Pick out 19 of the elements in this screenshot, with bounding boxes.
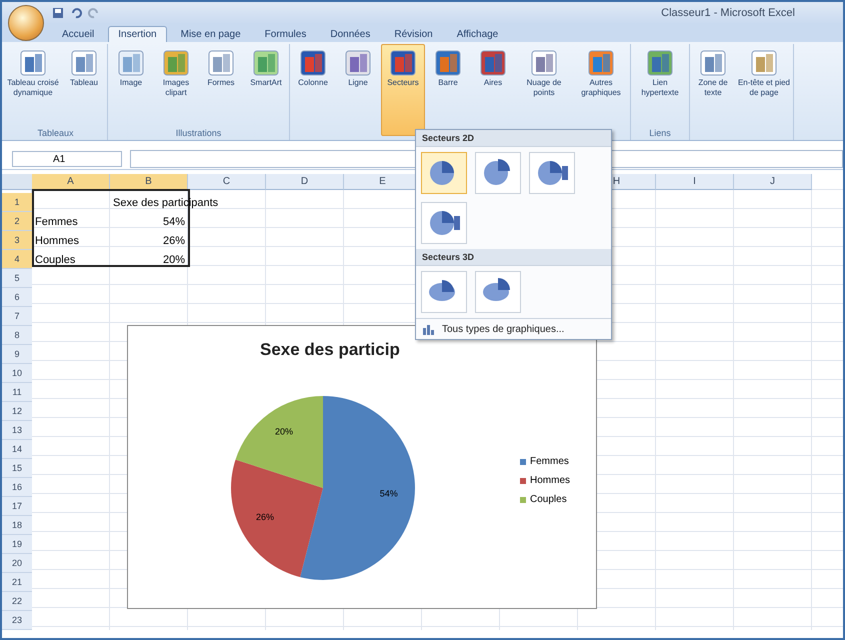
legend-label: Couples [530, 494, 567, 505]
table-cell-text: 20% [162, 254, 186, 266]
group-label: Illustrations [174, 127, 222, 140]
section-header: Secteurs 3D [416, 249, 611, 266]
table-cell-text: Couples [34, 254, 76, 266]
legend-label: Hommes [530, 475, 570, 486]
data-label: 26% [256, 512, 274, 522]
group-label: Tableaux [36, 127, 75, 140]
table-cell-text: 26% [162, 234, 186, 246]
section-header: Secteurs 2D [416, 130, 611, 147]
data-label: 54% [380, 488, 398, 498]
window-title: Classeur1 - Microsoft Excel [661, 7, 795, 19]
table-cell-text: Hommes [34, 234, 80, 246]
table-cell-text: Femmes [34, 216, 79, 228]
group-label: Liens [648, 127, 672, 140]
data-label: 20% [275, 426, 294, 436]
legend-label: Femmes [530, 456, 569, 467]
chart-title: Sexe des particip [260, 340, 400, 360]
table-cell-text: 54% [162, 216, 186, 228]
